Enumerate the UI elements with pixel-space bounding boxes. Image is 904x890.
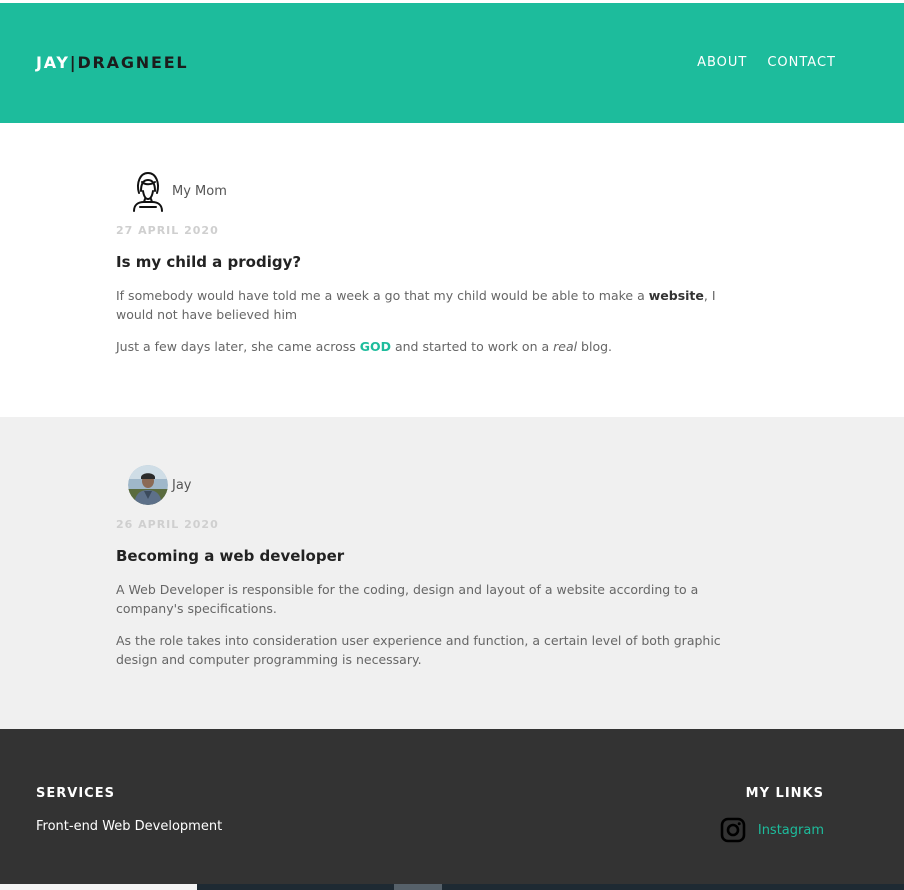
site-header: JAY|DRAGNEEL ABOUT CONTACT: [0, 3, 904, 123]
text-span: If somebody would have told me a week a …: [116, 288, 649, 303]
site-footer: SERVICES Front-end Web Development MY LI…: [0, 729, 904, 890]
nav-about-link[interactable]: ABOUT: [697, 55, 747, 71]
post-paragraph: A Web Developer is responsible for the c…: [116, 582, 699, 616]
main-nav: ABOUT CONTACT: [697, 55, 836, 71]
user-photo-avatar: [128, 465, 168, 505]
instagram-label: Instagram: [757, 822, 824, 838]
text-span: and started to work on a: [391, 339, 554, 354]
author-name: My Mom: [172, 183, 227, 199]
italic-text: real: [553, 339, 578, 354]
post-paragraph: If somebody would have told me a week a …: [116, 286, 736, 324]
text-span: blog.: [577, 339, 613, 354]
highlight-text: GOD: [359, 339, 391, 354]
bold-text: website: [648, 288, 704, 303]
post-date: 26 APRIL 2020: [116, 518, 219, 531]
post-date: 27 APRIL 2020: [116, 224, 219, 237]
text-span: Just a few days later, she came across: [116, 339, 360, 354]
brand-last: DRAGNEEL: [77, 53, 189, 72]
post-title[interactable]: Becoming a web developer: [116, 547, 344, 565]
post-title[interactable]: Is my child a prodigy?: [116, 253, 301, 271]
woman-outline-icon: [133, 172, 163, 212]
brand-first: JAY: [36, 53, 70, 72]
nav-contact-link[interactable]: CONTACT: [767, 55, 836, 71]
blog-post: My Mom 27 APRIL 2020 Is my child a prodi…: [0, 123, 904, 417]
services-heading: SERVICES: [36, 786, 115, 801]
my-links-heading: MY LINKS: [745, 786, 824, 801]
instagram-link[interactable]: Instagram: [720, 817, 824, 843]
scrollbar-segment: [0, 884, 197, 890]
blog-post: Jay 26 APRIL 2020 Becoming a web develop…: [0, 417, 904, 729]
scrollbar-thumb[interactable]: [394, 884, 442, 890]
post-author: My Mom: [128, 169, 227, 213]
brand-logo[interactable]: JAY|DRAGNEEL: [36, 53, 188, 73]
post-paragraph: Just a few days later, she came across G…: [116, 337, 736, 356]
bottom-scrollbar: [0, 884, 904, 890]
post-author: Jay: [128, 465, 192, 505]
instagram-icon: [720, 817, 746, 843]
author-name: Jay: [172, 477, 192, 493]
post-paragraph: As the role takes into consideration use…: [116, 633, 721, 667]
services-item: Front-end Web Development: [36, 819, 223, 834]
